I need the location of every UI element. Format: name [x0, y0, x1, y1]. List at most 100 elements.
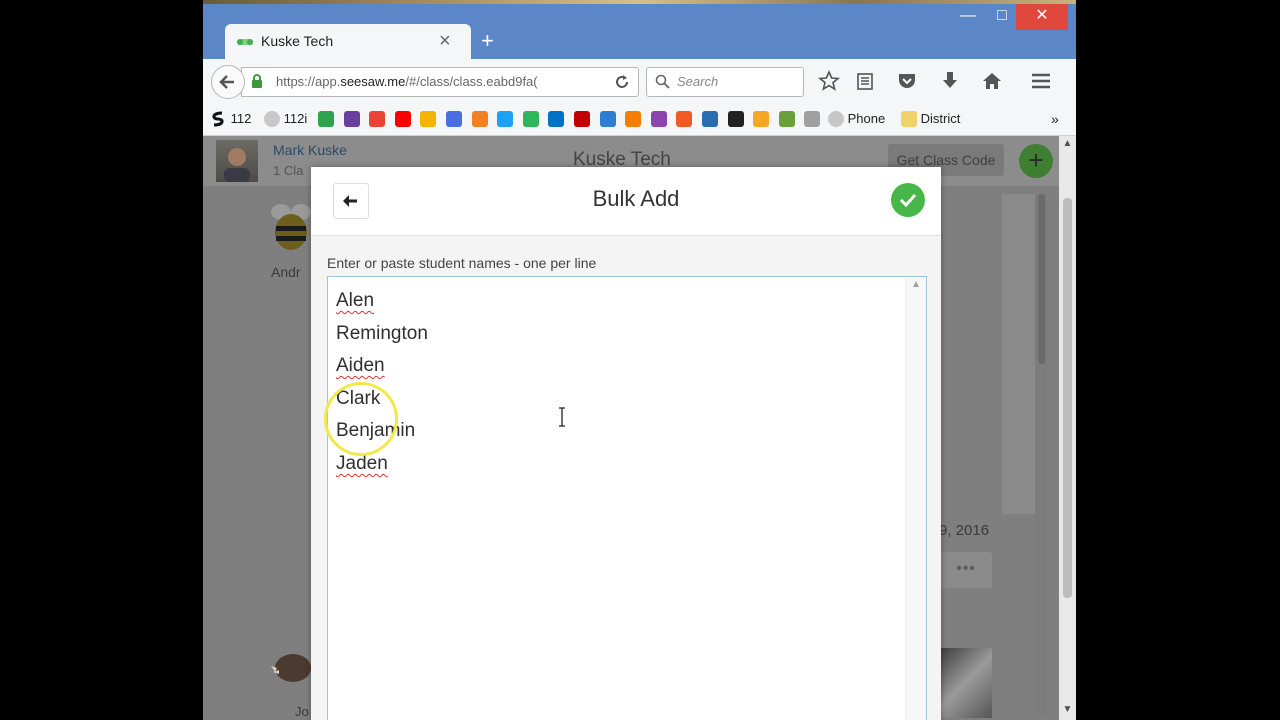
url-text: https://app.seesaw.me/#/class/class.eabd… — [276, 74, 538, 89]
bookmark-112-icon — [212, 111, 224, 127]
page-scrollbar-thumb[interactable] — [1063, 198, 1072, 598]
post-date: 9, 2016 — [939, 522, 990, 539]
inner-scrollbar-thumb[interactable] — [1038, 194, 1045, 364]
bookmark-icon-12[interactable] — [599, 111, 616, 127]
bookmark-favicon-icon — [753, 111, 770, 127]
bookmarks-toolbar: 112 112i Phone District » — [203, 103, 1076, 136]
bookmark-favicon-icon — [369, 111, 386, 127]
bookmark-icon-9[interactable] — [522, 111, 539, 127]
downloads-icon[interactable] — [938, 69, 962, 93]
avatar[interactable] — [216, 140, 258, 182]
bookmark-icon-17[interactable] — [727, 111, 744, 127]
bulk-add-dialog: Bulk Add Enter or paste student names - … — [311, 167, 941, 720]
dialog-header: Bulk Add — [311, 167, 941, 236]
user-name-link[interactable]: Mark Kuske — [273, 142, 347, 158]
tab-kuske-tech[interactable]: Kuske Tech × — [225, 24, 471, 59]
minimize-button[interactable]: — — [955, 4, 981, 30]
bookmark-favicon-icon — [471, 111, 488, 127]
bookmark-favicon-icon — [727, 111, 744, 127]
bookmark-icon-19[interactable] — [778, 111, 795, 127]
bookmark-icon-8[interactable] — [497, 111, 514, 127]
bookmark-icon-11[interactable] — [574, 111, 590, 127]
bookmark-favicon-icon — [599, 111, 616, 127]
bookmark-icon-16[interactable] — [702, 111, 718, 127]
add-button[interactable]: + — [1019, 144, 1053, 178]
bookmark-icon-18[interactable] — [753, 111, 770, 127]
scroll-down-icon[interactable]: ▼ — [1059, 702, 1076, 718]
check-icon — [899, 193, 917, 208]
textarea-scroll-up-icon[interactable]: ▲ — [906, 279, 926, 290]
bookmark-icon-10[interactable] — [548, 111, 565, 127]
bookmark-icon-7[interactable] — [471, 111, 488, 127]
bookmark-favicon-icon — [394, 111, 411, 127]
bookmark-icon-1[interactable] — [318, 111, 334, 127]
more-bookmarks-chevron-icon[interactable]: » — [1051, 111, 1059, 127]
search-input[interactable]: Search — [646, 67, 804, 97]
journal-panel-edge — [1002, 194, 1035, 514]
reload-icon[interactable] — [610, 71, 634, 93]
bookmark-favicon-icon — [343, 111, 360, 127]
lock-icon — [252, 74, 262, 88]
bookmark-favicon-icon — [804, 111, 821, 127]
url-bar[interactable]: https://app.seesaw.me/#/class/class.eabd… — [241, 67, 639, 97]
bookmark-favicon-icon — [650, 111, 667, 127]
bookmark-phone[interactable]: Phone — [828, 111, 885, 127]
desktop-background-strip — [203, 0, 1076, 4]
bookmark-favicon-icon — [625, 111, 642, 127]
user-photo-icon — [224, 148, 250, 182]
done-button[interactable] — [891, 183, 925, 217]
new-tab-button[interactable]: + — [481, 28, 494, 54]
bookmark-112[interactable]: 112 — [209, 111, 251, 127]
bookmark-star-icon[interactable] — [817, 69, 841, 93]
home-icon[interactable] — [980, 69, 1004, 93]
bookmark-icon-14[interactable] — [650, 111, 667, 127]
bookmark-icon-2[interactable] — [343, 111, 360, 127]
globe-icon — [264, 111, 280, 127]
globe-icon — [828, 111, 844, 127]
bookmark-icon-6[interactable] — [446, 111, 462, 127]
student-names-textarea[interactable]: Alen Remington Aiden Clark Benjamin Jaden ▲ — [327, 276, 927, 720]
inner-scrollbar[interactable] — [1035, 194, 1047, 714]
seesaw-favicon-icon — [237, 39, 253, 45]
post-thumbnail[interactable] — [938, 648, 992, 718]
bookmark-icon-4[interactable] — [394, 111, 411, 127]
bookmark-favicon-icon — [446, 111, 462, 127]
page-scrollbar[interactable]: ▲ ▼ — [1059, 136, 1076, 720]
bookmark-icon-13[interactable] — [625, 111, 642, 127]
more-options-button[interactable]: ••• — [940, 552, 992, 588]
bookmark-favicon-icon — [497, 111, 514, 127]
scroll-up-icon[interactable]: ▲ — [1059, 136, 1076, 152]
user-class-count: 1 Cla — [273, 163, 304, 178]
pocket-icon[interactable] — [895, 69, 919, 93]
bookmark-favicon-icon — [522, 111, 539, 127]
bookmark-favicon-icon — [574, 111, 590, 127]
bookmark-favicon-icon — [676, 111, 693, 127]
back-arrow-icon — [219, 75, 234, 89]
navigation-toolbar: https://app.seesaw.me/#/class/class.eabd… — [203, 59, 1076, 103]
bookmark-icon-5[interactable] — [420, 111, 437, 127]
bookmark-favicon-icon — [420, 111, 437, 127]
bookmark-112i[interactable]: 112i — [264, 111, 307, 127]
close-tab-icon[interactable]: × — [439, 30, 451, 52]
bookmark-icon-15[interactable] — [676, 111, 693, 127]
bookmark-district[interactable]: District — [901, 111, 960, 127]
back-button[interactable] — [211, 65, 245, 99]
dialog-title: Bulk Add — [592, 186, 680, 211]
bookmark-favicon-icon — [778, 111, 795, 127]
bookmark-favicon-icon — [702, 111, 718, 127]
search-icon — [655, 74, 670, 89]
reading-list-icon[interactable] — [853, 69, 877, 93]
maximize-button[interactable]: □ — [989, 4, 1015, 30]
bookmark-icon-20[interactable] — [804, 111, 821, 127]
student-name[interactable]: Andr — [271, 264, 301, 280]
student-name-line: Alen — [336, 290, 375, 311]
bookmark-icon-3[interactable] — [369, 111, 386, 127]
close-window-button[interactable]: ✕ — [1016, 4, 1068, 30]
names-instruction-label: Enter or paste student names - one per l… — [327, 255, 597, 271]
textarea-scrollbar[interactable]: ▲ — [905, 277, 926, 720]
search-placeholder: Search — [677, 74, 719, 89]
student-name[interactable]: Jo — [295, 704, 309, 719]
menu-icon[interactable] — [1029, 69, 1053, 93]
bookmark-favicon-icon — [548, 111, 565, 127]
bookmark-favicon-icon — [318, 111, 334, 127]
